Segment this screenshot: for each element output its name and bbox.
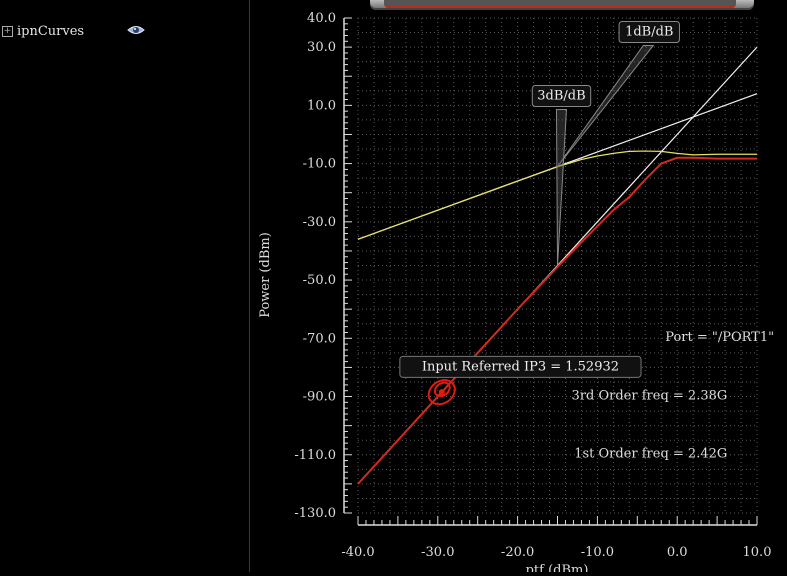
slope-1db-callout: 1dB/dB (618, 20, 680, 43)
ip3-marker-dot (438, 389, 445, 396)
y-tick-label: 30.0 (307, 40, 336, 55)
ip3-callout: Input Referred IP3 = 1.52932 (399, 355, 642, 378)
slope-3db-callout: 3dB/dB (531, 85, 592, 108)
x-tick-label: 0.0 (667, 545, 688, 560)
y-tick-label: -70.0 (303, 331, 336, 346)
y-tick-label: -110.0 (294, 448, 336, 463)
third-order-freq-label: 3rd Order freq = 2.38G (572, 388, 728, 403)
y-tick-label: -130.0 (294, 506, 336, 521)
x-tick-label: -30.0 (421, 545, 454, 560)
x-tick-label: 10.0 (743, 545, 772, 560)
sidebar-panel: + ipnCurves (0, 0, 250, 572)
slope-1db-label: 1dB/dB (625, 24, 673, 39)
chart-area: 40.0 30.0 10.0 -10.0 -30.0 -50.0 -70.0 -90.0 -11… (250, 0, 787, 576)
x-axis-label: ptf (dBm) (526, 563, 589, 572)
x-tick-label: -40.0 (341, 545, 374, 560)
y-axis-label: Power (dBm) (258, 232, 273, 318)
x-tick-label: -20.0 (501, 545, 534, 560)
first-order-freq-label: 1st Order freq = 2.42G (574, 447, 727, 462)
eye-icon[interactable] (127, 22, 145, 38)
ip3-label: Input Referred IP3 = 1.52932 (422, 359, 619, 374)
y-tick-label: -30.0 (303, 215, 336, 230)
sidebar-item-ipncurves[interactable]: + ipnCurves (2, 22, 84, 40)
port-label: Port = "/PORT1" (665, 330, 774, 345)
y-tick-label: 40.0 (307, 11, 336, 26)
x-tick-label: -10.0 (581, 545, 614, 560)
ip3-chart: 40.0 30.0 10.0 -10.0 -30.0 -50.0 -70.0 -90.0 -11… (258, 11, 774, 576)
y-tick-label: -50.0 (303, 273, 336, 288)
y-tick-label: -10.0 (303, 157, 336, 172)
y-tick-label: 10.0 (307, 98, 336, 113)
sidebar-item-label: ipnCurves (17, 23, 85, 39)
y-tick-label: -90.0 (303, 390, 336, 405)
slope-3db-label: 3dB/dB (537, 89, 585, 104)
expand-icon[interactable]: + (2, 25, 13, 37)
